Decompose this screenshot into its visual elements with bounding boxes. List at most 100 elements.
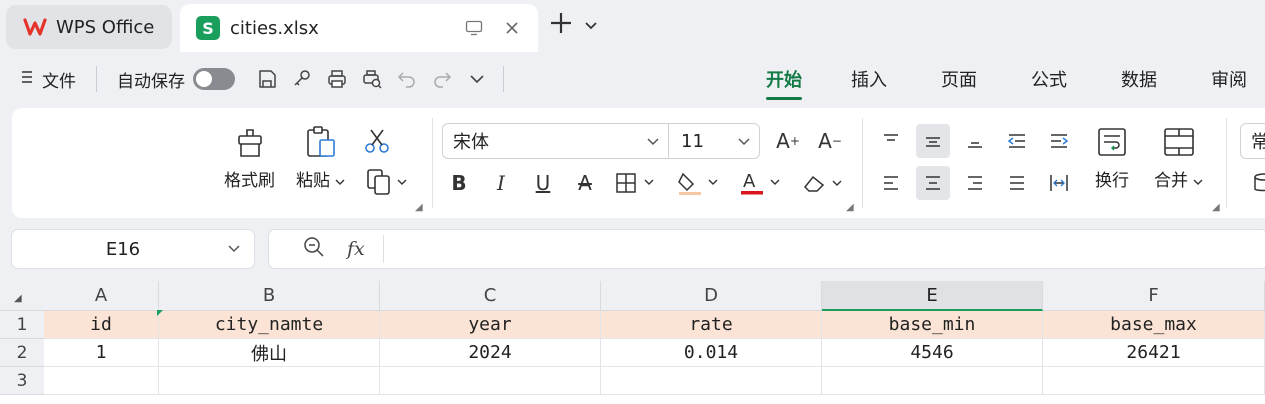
fill-color-icon[interactable] [674,166,724,200]
align-middle-icon[interactable] [916,124,950,158]
row-header-3[interactable]: 3 [0,367,44,395]
align-center-icon[interactable] [916,166,950,200]
print-preview-icon[interactable] [356,63,388,95]
align-bottom-icon[interactable] [958,124,992,158]
justify-icon[interactable] [1000,166,1034,200]
alignment-launcher-icon[interactable]: ◢ [1212,202,1220,213]
column-header-f[interactable]: F [1043,281,1265,311]
hamburger-icon [20,69,34,90]
insert-function-icon[interactable]: fx [347,238,365,260]
wrap-text-icon [1096,126,1128,158]
cell-d2[interactable]: 0.014 [601,339,822,367]
cell-f2[interactable]: 26421 [1043,339,1265,367]
tab-review[interactable]: 审阅 [1211,52,1247,106]
tab-insert[interactable]: 插入 [851,52,887,106]
increase-font-icon[interactable]: A + [771,124,805,158]
monitor-icon[interactable] [462,16,486,40]
undo-icon[interactable] [391,63,423,95]
cell-c1[interactable]: year [380,311,601,339]
chevron-down-icon[interactable] [584,16,598,35]
bold-icon[interactable]: B [442,166,476,200]
format-painter-label: 格式刷 [224,171,275,191]
strikethrough-icon[interactable]: A [568,166,602,200]
cell-e2[interactable]: 4546 [822,339,1043,367]
chevron-down-icon[interactable] [214,244,254,254]
cell-d3[interactable] [601,367,822,395]
paste-clipboard-icon [304,126,338,158]
formula-input[interactable] [384,230,1265,268]
clipboard-launcher-icon[interactable]: ◢ [415,202,423,213]
cell-a1[interactable]: id [44,311,159,339]
chevron-down-icon [646,131,660,152]
decrease-font-icon[interactable]: A − [813,124,847,158]
tab-data[interactable]: 数据 [1121,52,1157,106]
merge-cells-button[interactable]: 合并 [1154,126,1203,191]
font-color-icon[interactable]: A [736,166,786,200]
format-painter-button[interactable]: 格式刷 [224,126,275,191]
column-header-d[interactable]: D [601,281,822,311]
print-icon[interactable] [321,63,353,95]
cell-c2[interactable]: 2024 [380,339,601,367]
redo-icon[interactable] [426,63,458,95]
cell-b1[interactable]: city_namte [159,311,380,339]
tab-formula[interactable]: 公式 [1031,52,1067,106]
key-icon[interactable] [286,63,318,95]
wrap-text-button[interactable]: 换行 [1095,126,1129,191]
select-all-corner[interactable]: ◢ [0,281,44,311]
paste-button[interactable]: 粘贴 [296,126,345,191]
increase-indent-icon[interactable] [1042,124,1076,158]
align-top-icon[interactable] [874,124,908,158]
name-box[interactable]: E16 [11,229,255,269]
cell-f3[interactable] [1043,367,1265,395]
cell-a3[interactable] [44,367,159,395]
cut-scissors-icon[interactable] [364,128,390,154]
cell-b2[interactable]: 佛山 [159,339,380,367]
row-header-2[interactable]: 2 [0,339,44,367]
column-header-b[interactable]: B [159,281,380,311]
tab-wps-label: WPS Office [56,16,155,38]
font-size-dropdown[interactable]: 11 [669,131,759,152]
tab-home[interactable]: 开始 [766,52,802,106]
autosave-toggle[interactable] [193,68,235,90]
close-tab-icon[interactable] [500,16,524,40]
zoom-search-icon[interactable] [303,236,325,262]
cell-d1[interactable]: rate [601,311,822,339]
chevron-down-icon [737,131,751,152]
cell-e1[interactable]: base_min [822,311,1043,339]
font-selector[interactable]: 宋体 11 [442,123,760,159]
save-icon[interactable] [251,63,283,95]
column-header-c[interactable]: C [380,281,601,311]
align-left-icon[interactable] [874,166,908,200]
cell-a2[interactable]: 1 [44,339,159,367]
autosave[interactable]: 自动保存 [117,67,235,92]
row-header-1[interactable]: 1 [0,311,44,339]
cell-f1[interactable]: base_max [1043,311,1265,339]
underline-icon[interactable]: U [526,166,560,200]
decrease-indent-icon[interactable] [1000,124,1034,158]
number-format-value: 常 [1251,128,1265,154]
column-header-e[interactable]: E [822,281,1043,311]
new-tab-plus-icon[interactable] [548,10,574,40]
cell-b3[interactable] [159,367,380,395]
font-launcher-icon[interactable]: ◢ [846,202,854,213]
group-divider [862,118,863,208]
copy-icon[interactable] [366,168,408,196]
font-size-value: 11 [681,130,704,152]
tab-wps-office[interactable]: WPS Office [6,5,172,49]
borders-icon[interactable] [612,166,662,200]
tab-page[interactable]: 页面 [941,52,977,106]
clear-format-icon[interactable] [798,166,848,200]
ribbon-tabs: 开始 插入 页面 公式 数据 审阅 [766,52,1265,106]
distributed-align-icon[interactable] [1042,166,1076,200]
italic-icon[interactable]: I [484,166,518,200]
number-format-dropdown[interactable]: 常 [1240,123,1265,159]
tab-cities-xlsx[interactable]: S cities.xlsx [180,4,538,52]
cell-style-icon[interactable] [1252,172,1265,194]
more-chevron-icon[interactable] [461,63,493,95]
font-name-dropdown[interactable]: 宋体 [443,124,669,158]
cell-e3[interactable] [822,367,1043,395]
column-header-a[interactable]: A [44,281,159,311]
cell-c3[interactable] [380,367,601,395]
align-right-icon[interactable] [958,166,992,200]
file-menu[interactable]: 文件 [20,67,76,92]
